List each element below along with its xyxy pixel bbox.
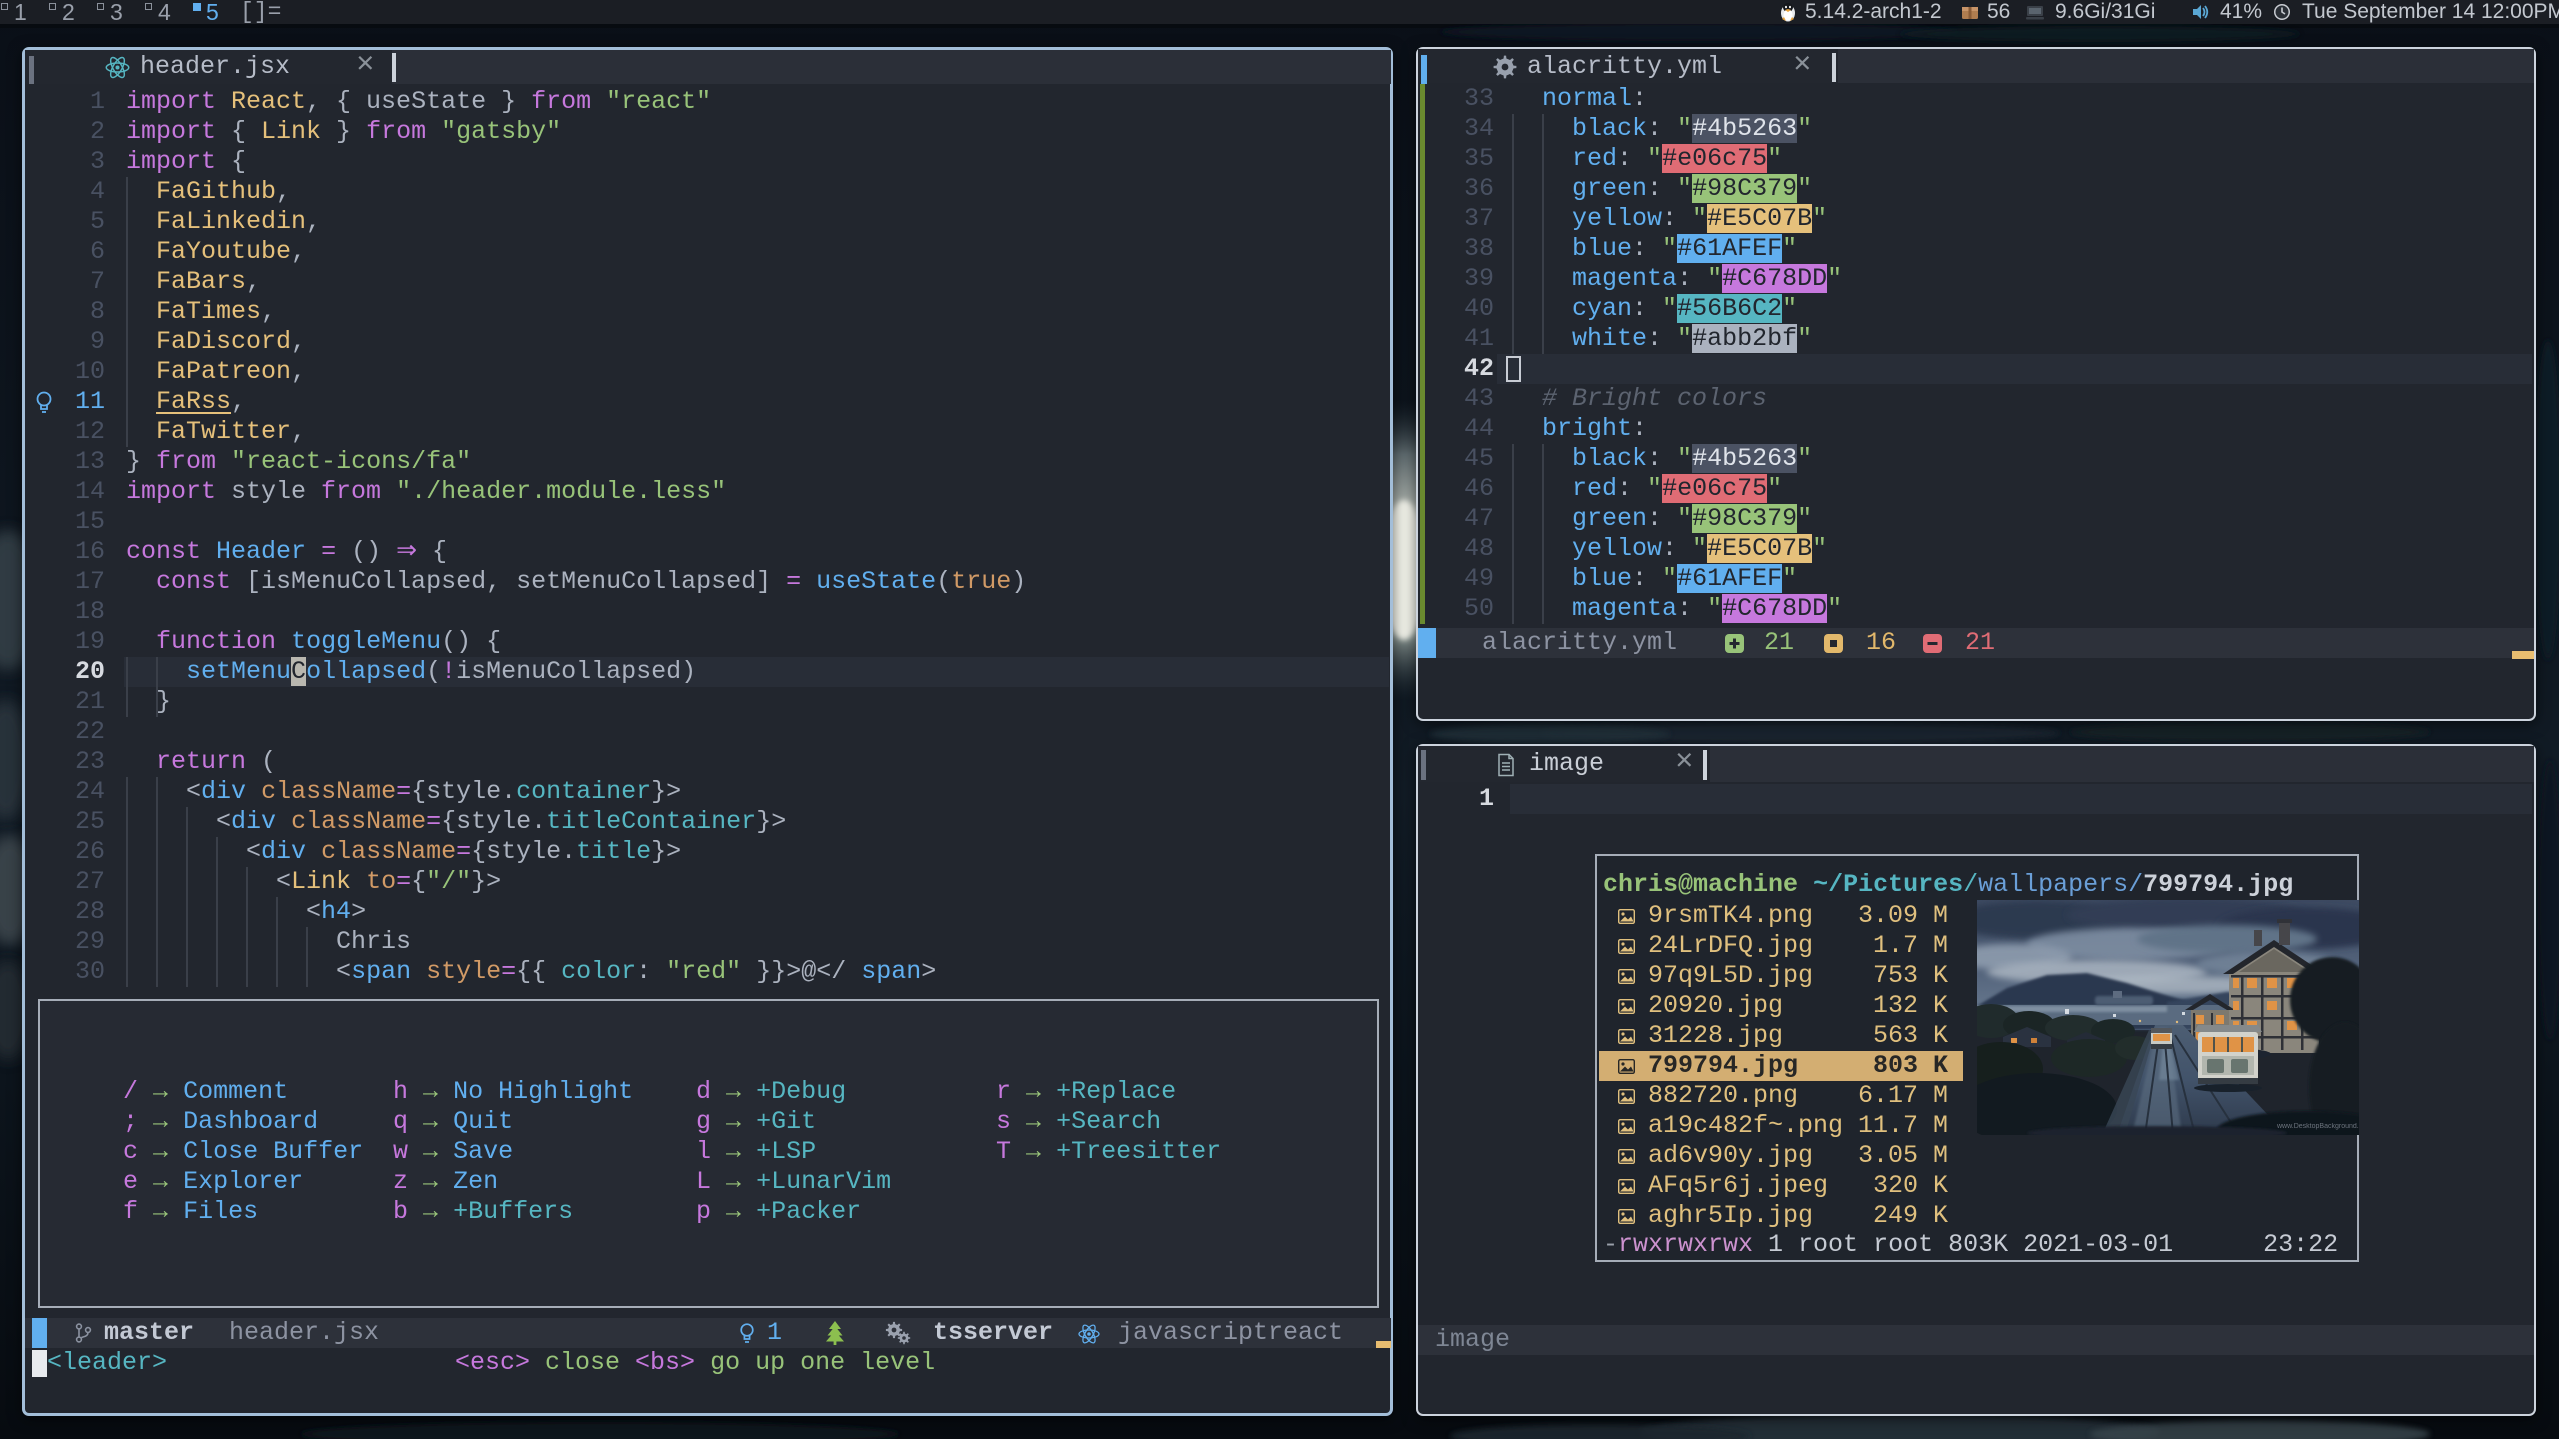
svg-text:www.DesktopBackground.org: www.DesktopBackground.org: [2276, 1123, 2359, 1130]
